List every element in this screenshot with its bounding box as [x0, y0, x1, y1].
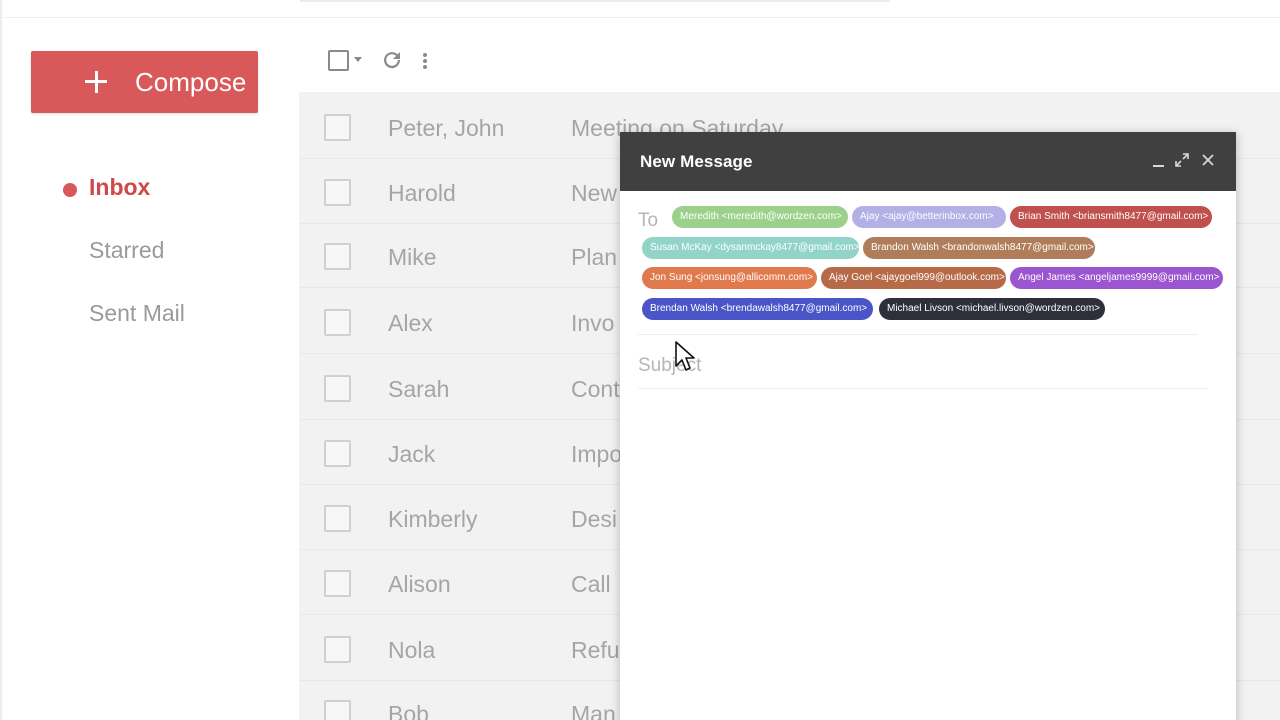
select-all-checkbox[interactable] [328, 50, 349, 71]
recipient-chip[interactable]: Brandon Walsh <brandonwalsh8477@gmail.co… [863, 237, 1095, 259]
compose-button[interactable]: Compose [31, 51, 258, 113]
sender: Nola [388, 637, 436, 663]
top-divider [0, 17, 1280, 18]
compose-button-label: Compose [135, 66, 247, 97]
subject-input[interactable] [638, 352, 1208, 380]
subject: Invo [571, 310, 615, 336]
subject-divider [638, 388, 1208, 389]
search-bar-edge [300, 0, 890, 2]
minimize-icon[interactable] [1150, 152, 1166, 168]
sender: Sarah [388, 376, 450, 402]
subject: Plan [571, 244, 618, 270]
more-vert-icon[interactable] [417, 49, 433, 73]
row-checkbox[interactable] [324, 243, 351, 270]
subject: Impo [571, 441, 623, 467]
sidebar-item-sent-mail[interactable]: Sent Mail [89, 300, 185, 327]
row-checkbox[interactable] [324, 309, 351, 336]
sender: Bob [388, 701, 429, 720]
expand-icon[interactable] [1174, 152, 1190, 168]
to-label: To [638, 210, 659, 231]
row-checkbox[interactable] [324, 570, 351, 597]
subject: Desi [571, 506, 618, 532]
row-checkbox[interactable] [324, 700, 351, 720]
recipient-chip[interactable]: Angel James <angeljames9999@gmail.com> [1010, 267, 1223, 289]
plus-icon [85, 69, 111, 95]
recipient-chip[interactable]: Brian Smith <briansmith8477@gmail.com> [1010, 206, 1212, 228]
sidebar-item-inbox[interactable]: Inbox [89, 174, 150, 201]
recipient-chip[interactable]: Michael Livson <michael.livson@wordzen.c… [879, 298, 1105, 320]
inbox-active-dot-icon [63, 183, 77, 197]
recipient-chip[interactable]: Susan McKay <dysanmckay8477@gmail.com> [642, 237, 859, 259]
window-edge [0, 0, 2, 720]
row-checkbox[interactable] [324, 505, 351, 532]
row-checkbox[interactable] [324, 114, 351, 141]
compose-window-header[interactable]: New Message [620, 132, 1236, 191]
compose-window: New Message To Meredith <meredith@wordze… [620, 132, 1236, 720]
sender: Kimberly [388, 506, 478, 532]
recipient-chip[interactable]: Ajay Goel <ajaygoel999@outlook.com> [821, 267, 1006, 289]
sender: Jack [388, 441, 436, 467]
sender: Harold [388, 180, 456, 206]
recipient-chip[interactable]: Ajay <ajay@betterinbox.com> [852, 206, 1006, 228]
recipient-chip[interactable]: Meredith <meredith@wordzen.com> [672, 206, 848, 228]
row-checkbox[interactable] [324, 375, 351, 402]
compose-window-title: New Message [640, 151, 753, 171]
refresh-icon[interactable] [380, 48, 404, 72]
subject: Call [571, 571, 611, 597]
caret-down-icon[interactable] [354, 57, 362, 62]
row-checkbox[interactable] [324, 636, 351, 663]
row-checkbox[interactable] [324, 440, 351, 467]
recipient-chip[interactable]: Brendan Walsh <brendawalsh8477@gmail.com… [642, 298, 873, 320]
subject: Refu [571, 637, 620, 663]
sender: Mike [388, 244, 437, 270]
close-icon[interactable] [1200, 152, 1216, 168]
sender: Alex [388, 310, 433, 336]
to-field-divider [638, 334, 1198, 335]
sender: Alison [388, 571, 451, 597]
recipient-chip[interactable]: Jon Sung <jonsung@allicomm.com> [642, 267, 817, 289]
sender: Peter, John [388, 115, 505, 141]
subject: Cont [571, 376, 620, 402]
subject: Man [571, 701, 616, 720]
mouse-cursor-icon [675, 341, 695, 371]
subject: New [571, 180, 618, 206]
row-checkbox[interactable] [324, 179, 351, 206]
sidebar-item-starred[interactable]: Starred [89, 237, 164, 264]
